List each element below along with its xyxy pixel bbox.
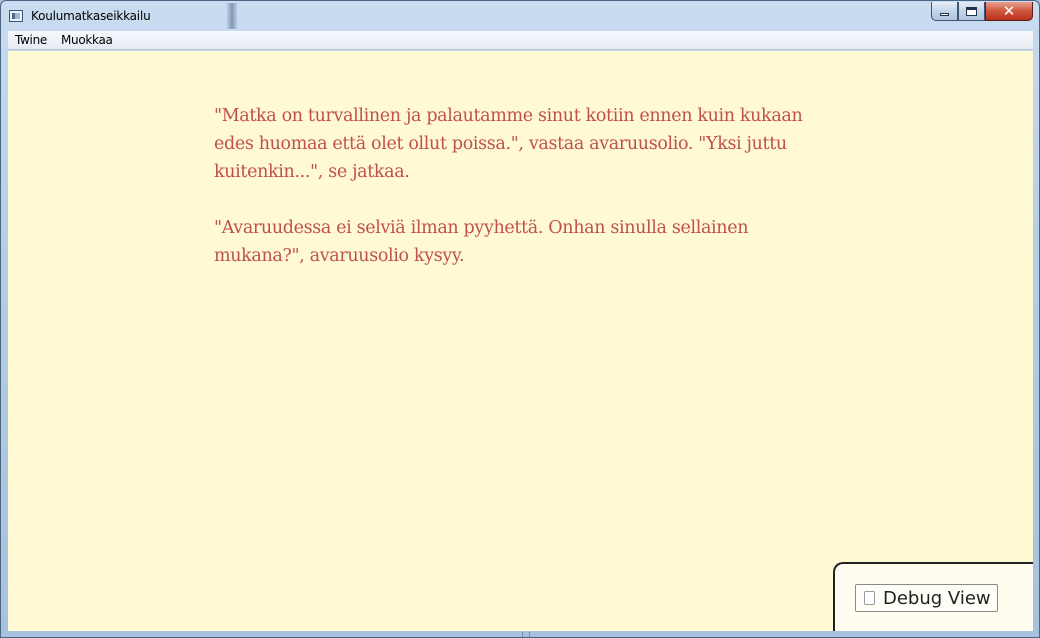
debug-panel: Debug View	[833, 562, 1033, 631]
maximize-icon	[966, 6, 977, 16]
maximize-button[interactable]	[958, 2, 985, 21]
passage-paragraph: "Matka on turvallinen ja palautamme sinu…	[214, 106, 803, 182]
resize-grip-icon	[522, 632, 530, 637]
passage-paragraph: "Avaruudessa ei selviä ilman pyyhettä. O…	[214, 218, 749, 266]
app-window: Koulumatkaseikkailu ✕ Twine Muokkaa "Mat…	[0, 0, 1040, 638]
caption-buttons: ✕	[931, 2, 1033, 21]
close-button[interactable]: ✕	[985, 2, 1033, 21]
window-title: Koulumatkaseikkailu	[31, 9, 151, 23]
story-passage: "Matka on turvallinen ja palautamme sinu…	[214, 102, 814, 298]
app-window-icon[interactable]	[9, 10, 23, 22]
menu-bar: Twine Muokkaa	[8, 31, 1033, 50]
debug-view-toggle[interactable]: Debug View	[855, 584, 998, 612]
story-viewport: "Matka on turvallinen ja palautamme sinu…	[8, 51, 1033, 631]
menu-item-twine[interactable]: Twine	[8, 31, 54, 50]
close-icon: ✕	[1002, 1, 1016, 20]
title-bar-glass	[227, 3, 237, 29]
checkbox-icon[interactable]	[864, 591, 875, 605]
minimize-button[interactable]	[931, 2, 958, 21]
debug-view-label: Debug View	[883, 587, 991, 609]
menu-item-muokkaa[interactable]: Muokkaa	[54, 31, 120, 50]
minimize-icon	[940, 12, 949, 16]
title-bar[interactable]: Koulumatkaseikkailu ✕	[1, 1, 1039, 30]
